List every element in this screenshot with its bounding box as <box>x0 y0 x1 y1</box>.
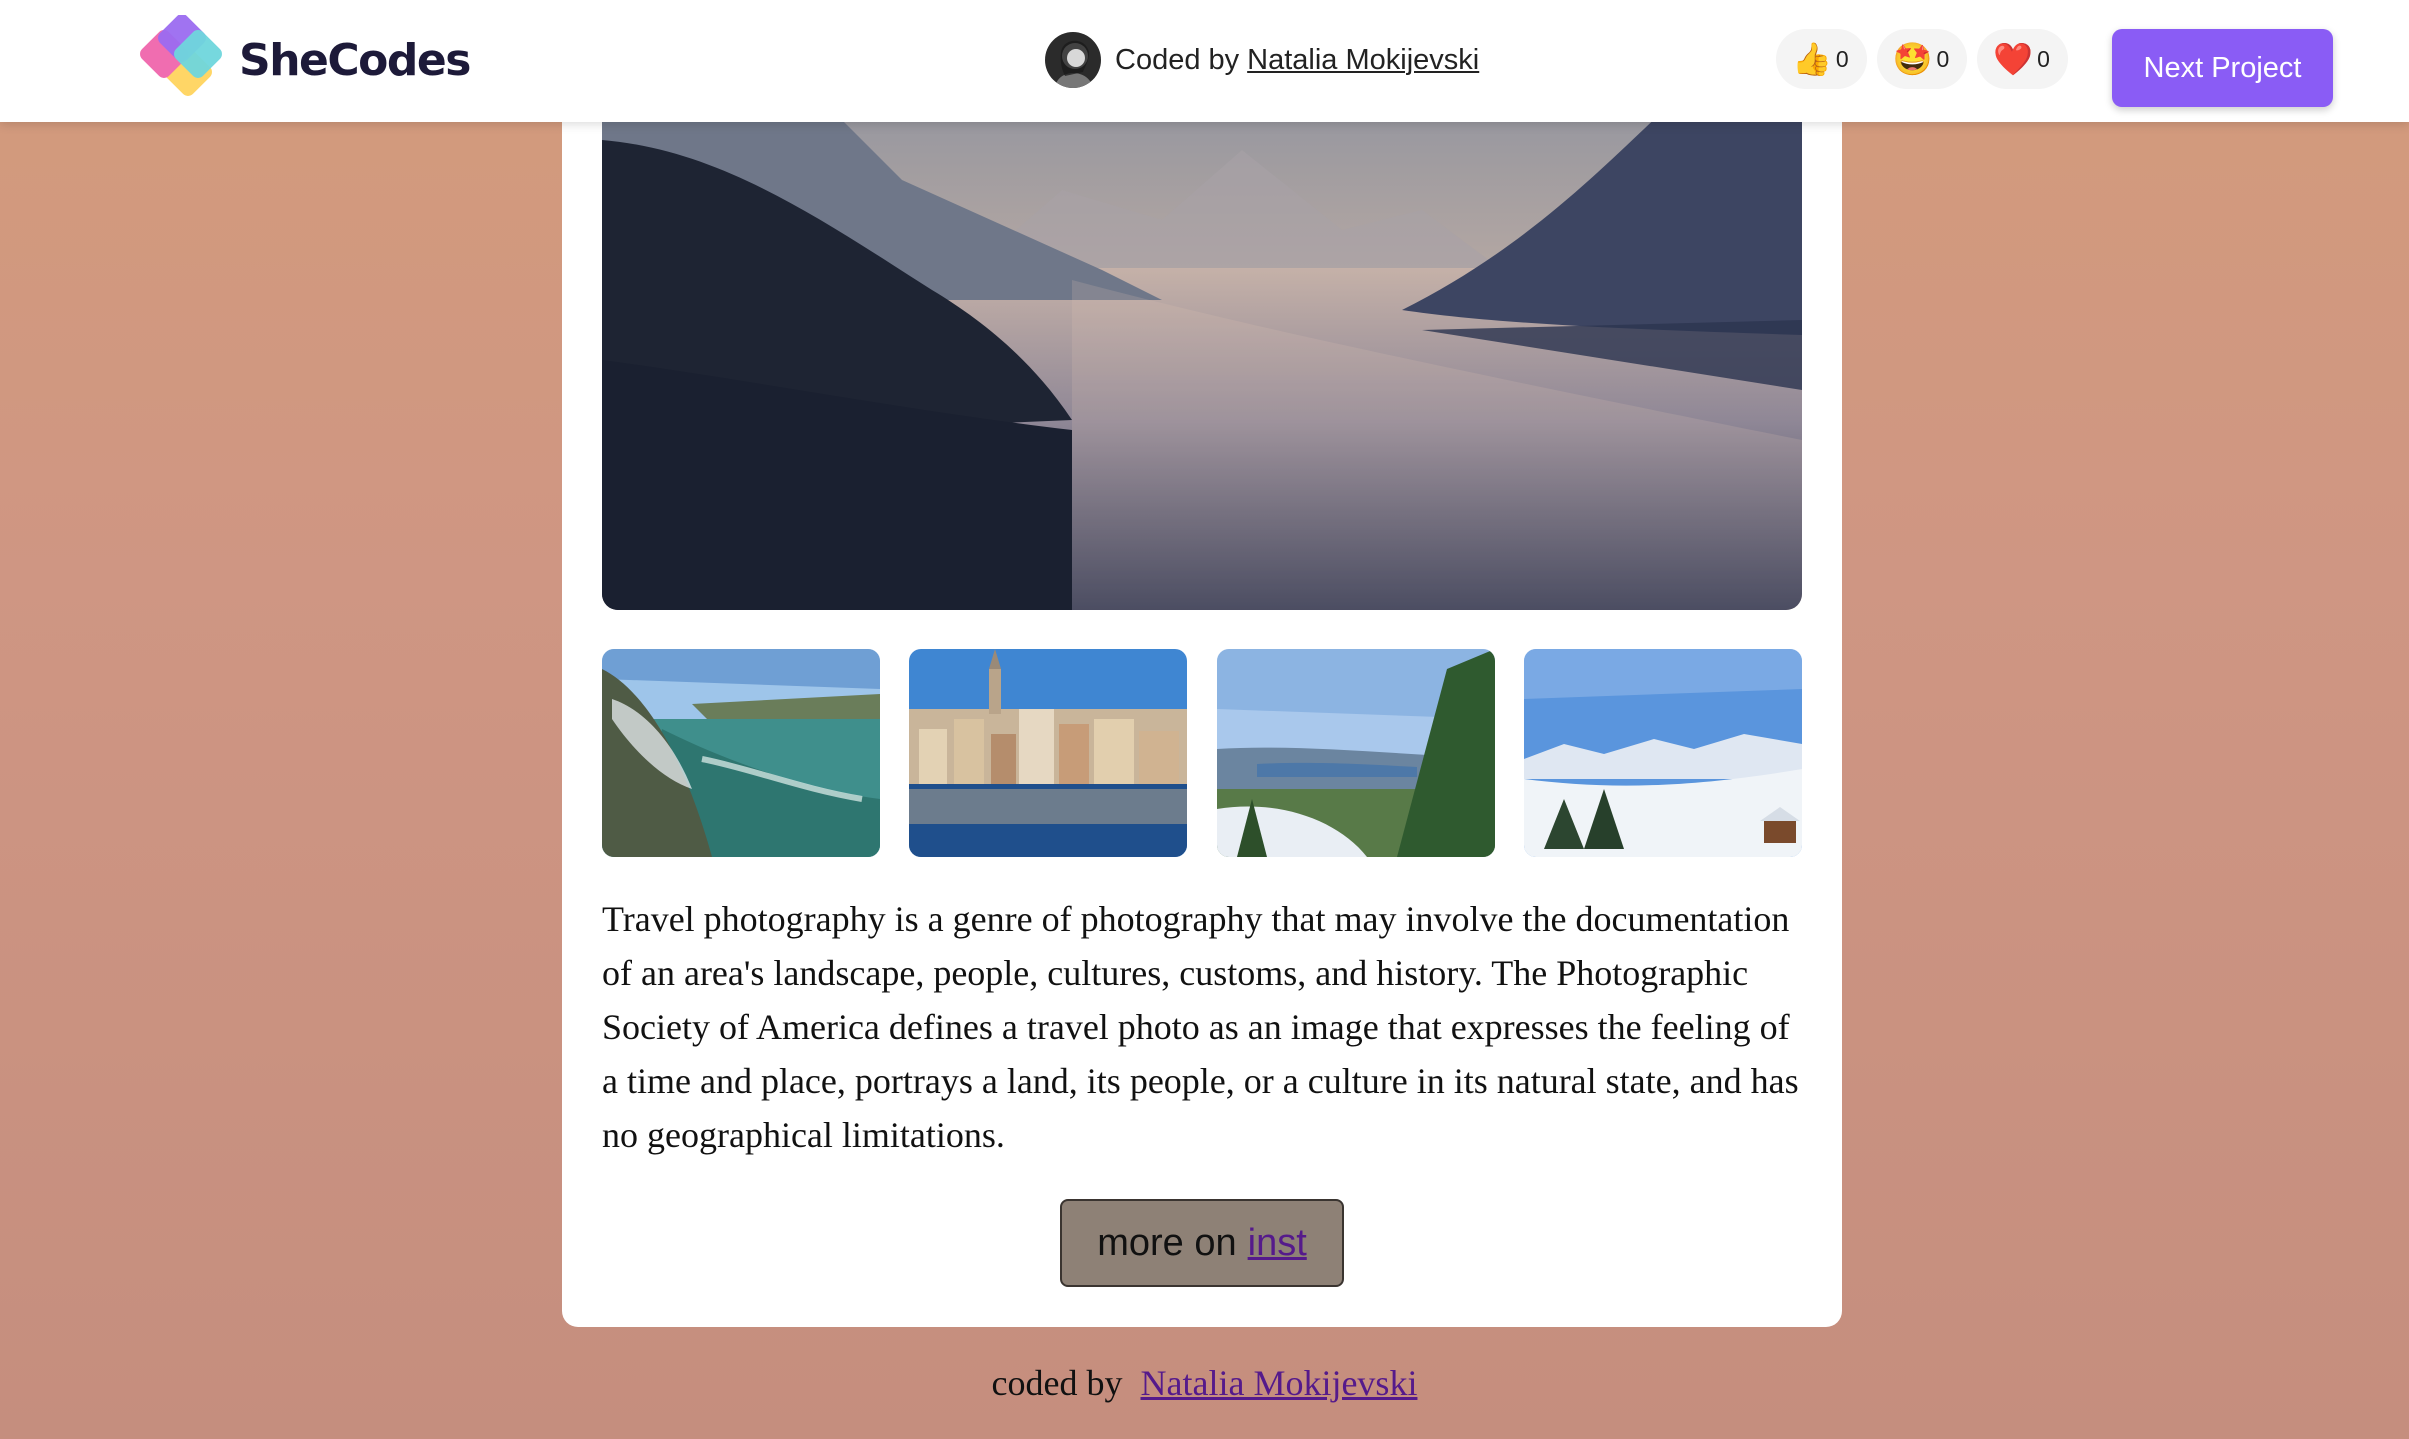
snowy-alps-photo <box>1524 649 1802 857</box>
reaction-count: 0 <box>1835 45 1849 72</box>
shecodes-logo-icon <box>140 15 222 96</box>
shecodes-logo[interactable]: SheCodes <box>137 15 471 104</box>
author-avatar <box>1045 32 1101 88</box>
brand-name: SheCodes <box>239 34 471 86</box>
more-on-inst-button[interactable]: more on inst <box>1060 1199 1344 1287</box>
top-navigation-bar: SheCodes Coded by Natalia Mokijevski 👍 0… <box>0 0 2409 122</box>
thumbs-up-icon: 👍 <box>1792 40 1832 78</box>
hero-photo <box>602 60 1802 610</box>
reaction-count: 0 <box>2037 45 2050 72</box>
footer-coded-by-label: coded by <box>991 1363 1123 1403</box>
thumbnail-3[interactable] <box>1217 649 1495 857</box>
thumbnail-1[interactable] <box>602 649 880 857</box>
mountain-lake-view-photo <box>1217 649 1495 857</box>
more-on-label: more on <box>1097 1221 1237 1264</box>
page-footer: coded by Natalia Mokijevski <box>0 1362 2409 1404</box>
next-project-button[interactable]: Next Project <box>2112 29 2333 107</box>
thumbnail-gallery <box>602 649 1802 857</box>
reaction-heart-button[interactable]: ❤️ 0 <box>1977 29 2068 89</box>
reactions-bar: 👍 0 🤩 0 ❤️ 0 <box>1776 29 2068 89</box>
footer-author-link[interactable]: Natalia Mokijevski <box>1141 1363 1418 1403</box>
inst-link[interactable]: inst <box>1248 1222 1307 1265</box>
reaction-count: 0 <box>1936 45 1950 72</box>
coded-by-label: Coded by <box>1115 43 1240 76</box>
thumbnail-4[interactable] <box>1524 649 1802 857</box>
project-description: Travel photography is a genre of photogr… <box>602 899 1799 1155</box>
city-waterfront-photo <box>909 649 1187 857</box>
coded-by: Coded by Natalia Mokijevski <box>1045 30 1479 90</box>
waterfall-photo <box>602 649 880 857</box>
lake-mountains-photo <box>602 60 1802 610</box>
reaction-star-struck-button[interactable]: 🤩 0 <box>1876 29 1968 89</box>
project-card: Travel photography is a genre of photogr… <box>562 60 1842 1327</box>
reaction-thumbs-up-button[interactable]: 👍 0 <box>1776 29 1867 89</box>
heart-icon: ❤️ <box>1993 40 2034 78</box>
star-struck-icon: 🤩 <box>1892 40 1933 78</box>
thumbnail-2[interactable] <box>909 649 1187 857</box>
author-link[interactable]: Natalia Mokijevski <box>1247 44 1479 77</box>
